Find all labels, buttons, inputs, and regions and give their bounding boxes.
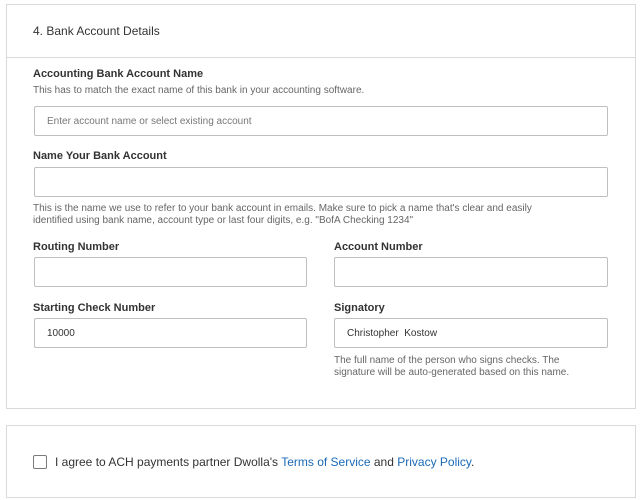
privacy-policy-link[interactable]: Privacy Policy	[397, 455, 471, 469]
bank-account-nickname-help-line-2: identified using bank name, account type…	[33, 215, 414, 226]
accounting-bank-account-name-help: This has to match the exact name of this…	[33, 85, 365, 96]
signatory-help: The full name of the person who signs ch…	[334, 355, 569, 379]
terms-text: I agree to ACH payments partner Dwolla's…	[55, 455, 474, 469]
signatory-help-line-1: The full name of the person who signs ch…	[334, 355, 560, 366]
terms-prefix-text: I agree to ACH payments partner Dwolla's	[55, 455, 282, 469]
bank-account-nickname-help-line-1: This is the name we use to refer to your…	[33, 203, 532, 214]
terms-agreement-row: I agree to ACH payments partner Dwolla's…	[33, 455, 474, 469]
terms-checkbox[interactable]	[33, 455, 47, 469]
terms-suffix-text: .	[471, 455, 475, 469]
signatory-help-line-2: signature will be auto-generated based o…	[334, 367, 570, 378]
starting-check-number-input[interactable]	[34, 318, 307, 348]
card-header: 4. Bank Account Details	[7, 5, 635, 58]
terms-middle-text: and	[370, 455, 398, 469]
signatory-input[interactable]	[334, 318, 608, 348]
section-title: 4. Bank Account Details	[33, 24, 160, 38]
bank-account-nickname-help: This is the name we use to refer to your…	[33, 203, 532, 227]
bank-account-details-card: 4. Bank Account Details Accounting Bank …	[6, 4, 636, 409]
accounting-bank-account-name-label: Accounting Bank Account Name	[33, 68, 204, 80]
accounting-bank-account-name-input[interactable]	[34, 106, 608, 136]
starting-check-number-label: Starting Check Number	[33, 302, 156, 314]
terms-card: I agree to ACH payments partner Dwolla's…	[6, 425, 636, 498]
account-number-label: Account Number	[334, 241, 423, 253]
account-number-input[interactable]	[334, 257, 608, 287]
terms-of-service-link[interactable]: Terms of Service	[281, 455, 370, 469]
routing-number-label: Routing Number	[33, 241, 120, 253]
bank-account-nickname-label: Name Your Bank Account	[33, 150, 167, 162]
signatory-label: Signatory	[334, 302, 385, 314]
routing-number-input[interactable]	[34, 257, 307, 287]
bank-account-nickname-input[interactable]	[34, 167, 608, 197]
